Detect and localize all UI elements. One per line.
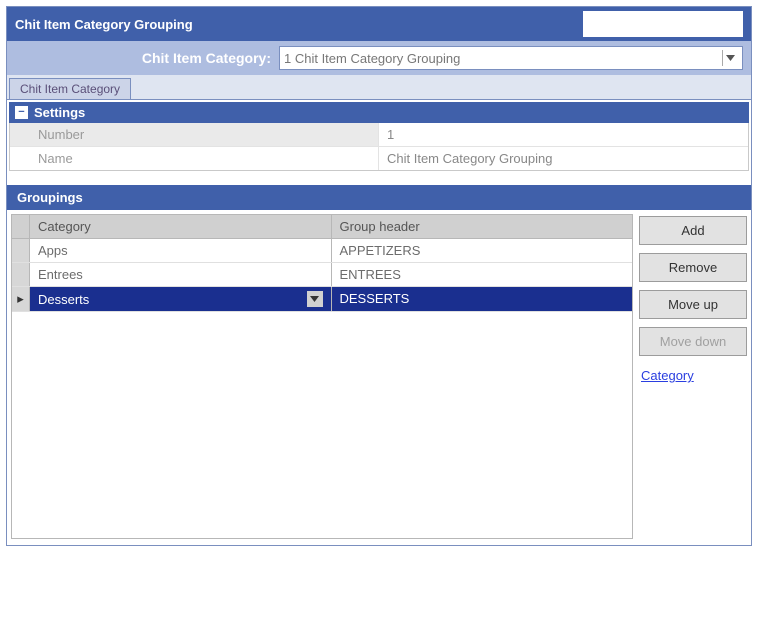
col-header-group-header[interactable]: Group header: [332, 215, 633, 238]
row-marker: [12, 239, 30, 262]
selector-row: Chit Item Category: 1 Chit Item Category…: [7, 41, 751, 75]
chevron-down-icon: [722, 50, 738, 66]
collapse-icon[interactable]: −: [15, 106, 28, 119]
cell-group-header[interactable]: APPETIZERS: [332, 239, 633, 262]
name-value[interactable]: Chit Item Category Grouping: [379, 147, 748, 170]
move-up-button[interactable]: Move up: [639, 290, 747, 319]
add-button[interactable]: Add: [639, 216, 747, 245]
category-link[interactable]: Category: [639, 364, 747, 387]
table-row-selected[interactable]: ▸ Desserts DESSERTS: [12, 287, 632, 312]
cell-category-dropdown[interactable]: Desserts: [30, 287, 332, 311]
move-down-button: Move down: [639, 327, 747, 356]
cell-category[interactable]: Entrees: [30, 263, 332, 286]
title-bar: Chit Item Category Grouping: [7, 7, 751, 41]
chevron-down-icon[interactable]: [307, 291, 323, 307]
groupings-header-label: Groupings: [17, 190, 83, 205]
groupings-area: Category Group header Apps APPETIZERS En…: [7, 210, 751, 545]
table-header-row: Category Group header: [12, 215, 632, 239]
tab-chit-item-category[interactable]: Chit Item Category: [9, 78, 131, 99]
table-row[interactable]: Apps APPETIZERS: [12, 239, 632, 263]
settings-header-label: Settings: [34, 105, 85, 120]
button-column: Add Remove Move up Move down Category: [639, 214, 747, 539]
settings-body: Number 1 Name Chit Item Category Groupin…: [9, 123, 749, 171]
panel-body: − Settings Number 1 Name Chit Item Categ…: [7, 100, 751, 185]
selector-label: Chit Item Category:: [15, 50, 271, 66]
groupings-table: Category Group header Apps APPETIZERS En…: [11, 214, 633, 539]
settings-row-number: Number 1: [10, 123, 748, 147]
category-selector-dropdown[interactable]: 1 Chit Item Category Grouping: [279, 46, 743, 70]
tab-strip: Chit Item Category: [7, 75, 751, 100]
row-marker-header: [12, 215, 30, 238]
window-title: Chit Item Category Grouping: [15, 17, 583, 32]
settings-row-name: Name Chit Item Category Grouping: [10, 147, 748, 170]
settings-header[interactable]: − Settings: [9, 102, 749, 123]
table-empty-area: [12, 312, 632, 538]
number-label: Number: [10, 123, 379, 146]
groupings-header: Groupings: [7, 185, 751, 210]
selector-value: 1 Chit Item Category Grouping: [284, 51, 722, 66]
window: Chit Item Category Grouping Chit Item Ca…: [6, 6, 752, 546]
cell-group-header[interactable]: DESSERTS: [332, 287, 633, 311]
col-header-category[interactable]: Category: [30, 215, 332, 238]
row-marker: [12, 263, 30, 286]
cell-category-value: Desserts: [38, 292, 307, 307]
cell-group-header[interactable]: ENTREES: [332, 263, 633, 286]
name-label: Name: [10, 147, 379, 170]
table-row[interactable]: Entrees ENTREES: [12, 263, 632, 287]
title-blank-field[interactable]: [583, 11, 743, 37]
remove-button[interactable]: Remove: [639, 253, 747, 282]
number-value[interactable]: 1: [379, 123, 748, 146]
cell-category[interactable]: Apps: [30, 239, 332, 262]
row-marker-active-icon: ▸: [12, 287, 30, 311]
